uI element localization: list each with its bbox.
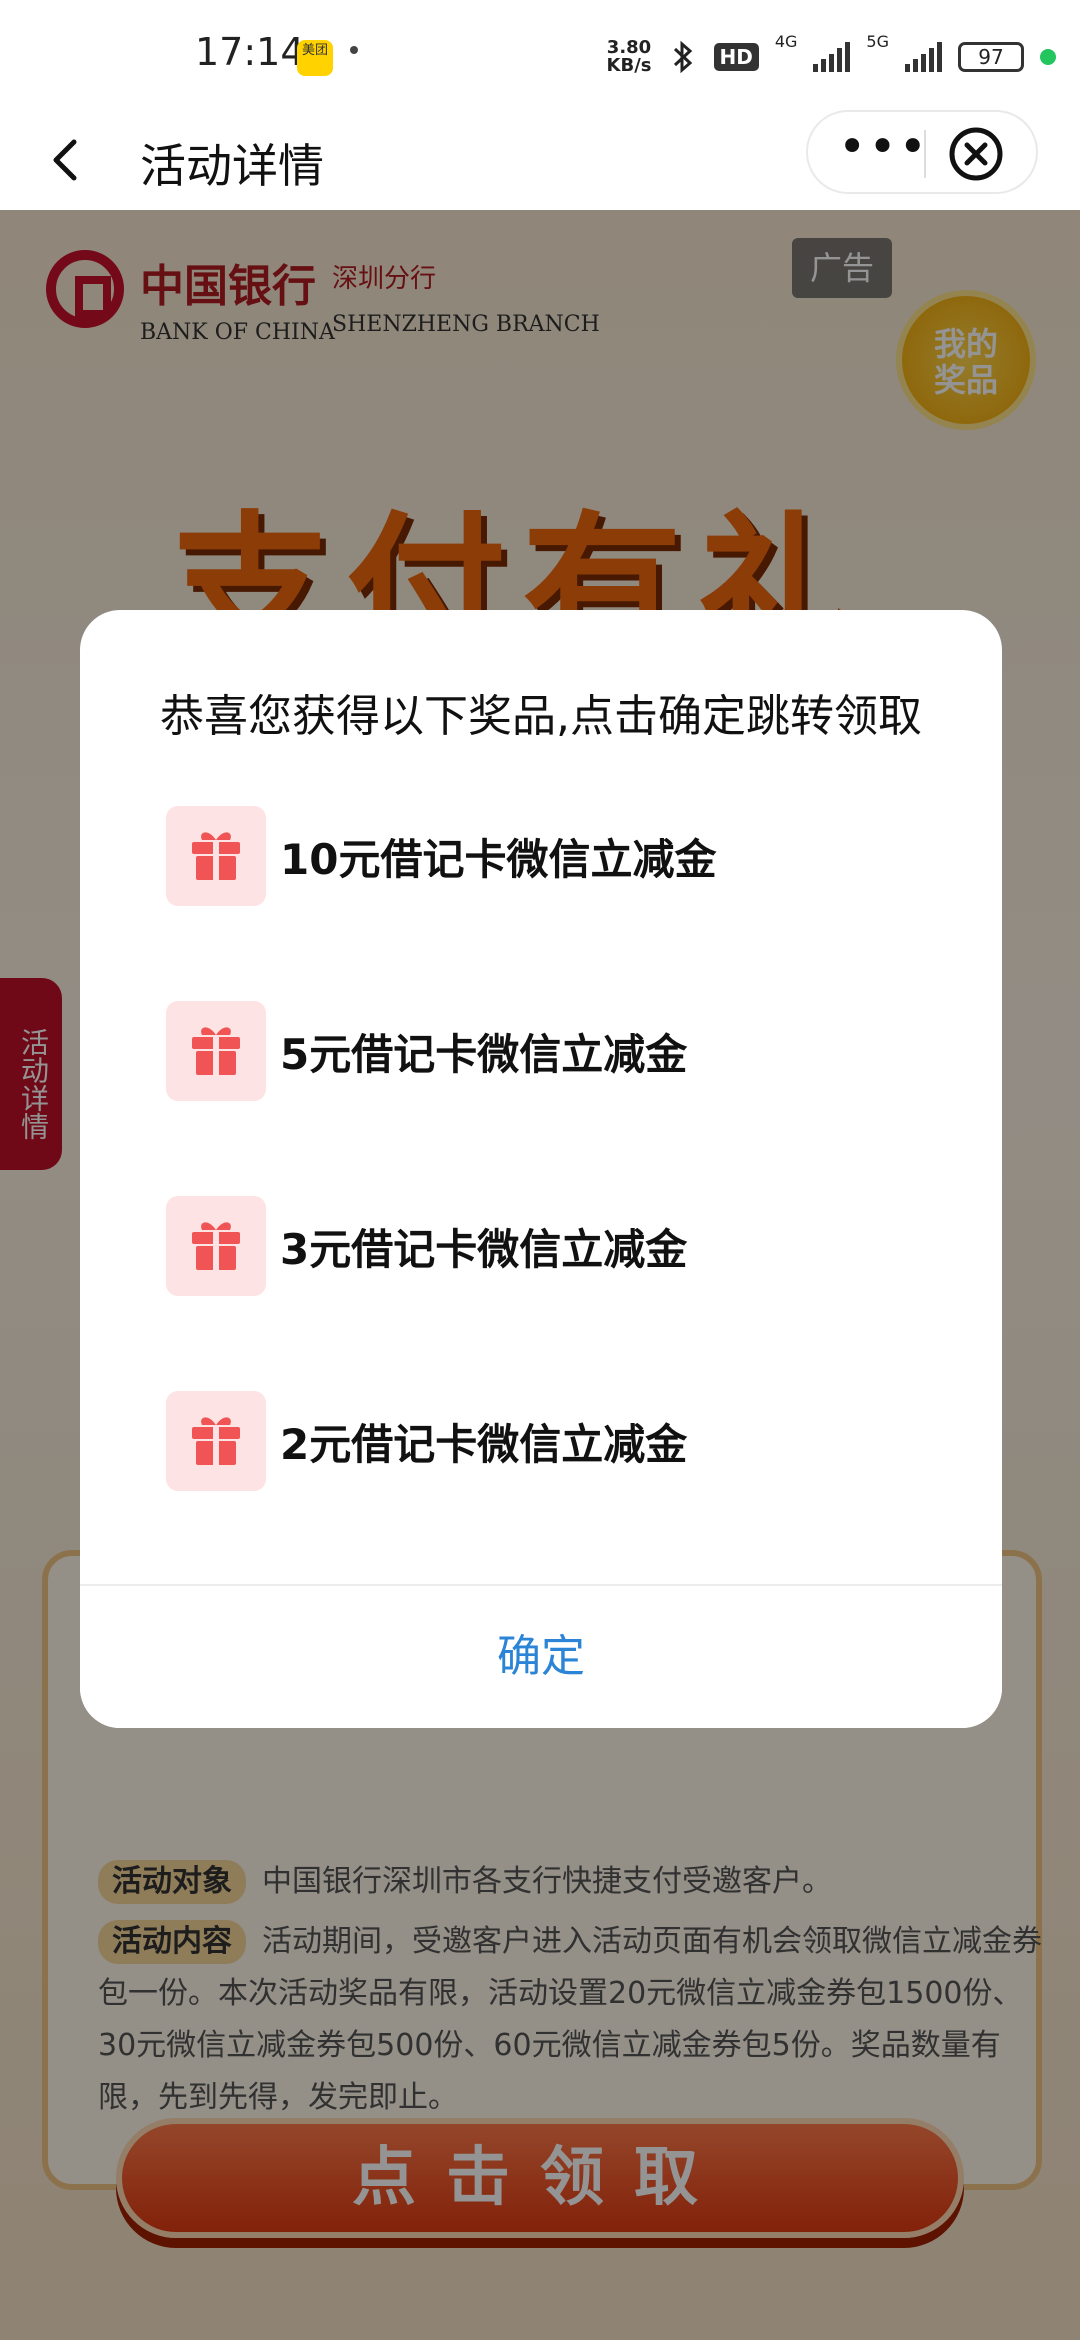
close-button[interactable] bbox=[946, 124, 1006, 184]
gift-icon bbox=[166, 806, 266, 906]
close-circle-icon bbox=[949, 127, 1003, 181]
signal-strength-icon bbox=[813, 42, 851, 72]
prize-item: 3元借记卡微信立减金 bbox=[166, 1196, 926, 1296]
prize-item: 5元借记卡微信立减金 bbox=[166, 1001, 926, 1101]
gift-icon bbox=[166, 1196, 266, 1296]
prize-item: 10元借记卡微信立减金 bbox=[166, 806, 926, 906]
gift-icon bbox=[166, 1391, 266, 1491]
capsule-divider bbox=[924, 130, 926, 178]
title-bar: 活动详情 ••• bbox=[0, 110, 1080, 210]
prize-item: 2元借记卡微信立减金 bbox=[166, 1391, 926, 1491]
bluetooth-icon bbox=[673, 40, 692, 74]
gift-icon bbox=[166, 1001, 266, 1101]
hd-badge: HD bbox=[713, 43, 759, 71]
prize-dialog: 恭喜您获得以下奖品,点击确定跳转领取 10元借记卡微信立减金 5元借记卡微信立减… bbox=[80, 610, 1002, 1728]
meituan-app-icon: 美团 bbox=[297, 40, 333, 76]
page-title: 活动详情 bbox=[140, 139, 324, 193]
status-indicators: 3.80 KB/s HD 4G 5G 97 bbox=[607, 32, 1056, 82]
status-bar: 17:14 美团 3.80 KB/s HD 4G 5G 97 bbox=[0, 0, 1080, 110]
dialog-title: 恭喜您获得以下奖品,点击确定跳转领取 bbox=[160, 691, 922, 742]
confirm-button[interactable]: 确定 bbox=[80, 1586, 1002, 1728]
network-5g-label: 5G bbox=[866, 32, 889, 51]
mini-program-capsule: ••• bbox=[806, 110, 1038, 194]
battery-icon: 97 bbox=[958, 42, 1024, 72]
more-button[interactable]: ••• bbox=[838, 112, 927, 192]
net-speed: 3.80 KB/s bbox=[607, 39, 652, 75]
network-4g-label: 4G bbox=[774, 32, 798, 51]
chevron-left-icon bbox=[53, 139, 77, 181]
prize-label: 3元借记卡微信立减金 bbox=[280, 1224, 688, 1274]
privacy-indicator-dot bbox=[1040, 49, 1056, 65]
prize-label: 10元借记卡微信立减金 bbox=[280, 834, 717, 884]
back-button[interactable] bbox=[36, 128, 100, 192]
signal-strength-icon-2 bbox=[905, 42, 942, 72]
net-speed-unit: KB/s bbox=[606, 55, 652, 76]
status-time: 17:14 bbox=[195, 30, 305, 74]
prize-label: 2元借记卡微信立减金 bbox=[280, 1419, 688, 1469]
prize-label: 5元借记卡微信立减金 bbox=[280, 1029, 688, 1079]
notification-dot bbox=[350, 46, 358, 54]
